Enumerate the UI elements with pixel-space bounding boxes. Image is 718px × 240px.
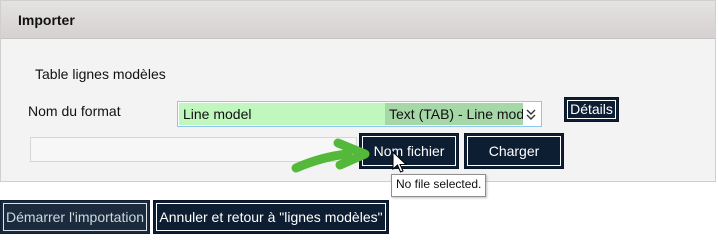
file-tooltip: No file selected. (391, 174, 487, 197)
format-select-right-value: Text (TAB) - Line mod (385, 103, 523, 125)
importer-panel: Importer Table lignes modèles Nom du for… (0, 0, 716, 182)
load-button[interactable]: Charger (464, 133, 564, 169)
format-label: Nom du format (28, 103, 121, 119)
file-name-button[interactable]: Nom fichier (359, 133, 459, 169)
start-import-button[interactable]: Démarrer l'importation (0, 200, 150, 234)
panel-header: Importer (1, 1, 715, 39)
details-button[interactable]: Détails (564, 97, 619, 122)
file-path-field[interactable] (30, 137, 357, 162)
format-select-left-value: Line model (179, 103, 385, 125)
chevron-down-icon (526, 109, 536, 120)
format-select[interactable]: Line model Text (TAB) - Line mod (177, 101, 542, 127)
section-title: Table lignes modèles (35, 66, 166, 82)
panel-title: Importer (18, 12, 75, 28)
cancel-return-button[interactable]: Annuler et retour à "lignes modèles" (153, 200, 389, 234)
